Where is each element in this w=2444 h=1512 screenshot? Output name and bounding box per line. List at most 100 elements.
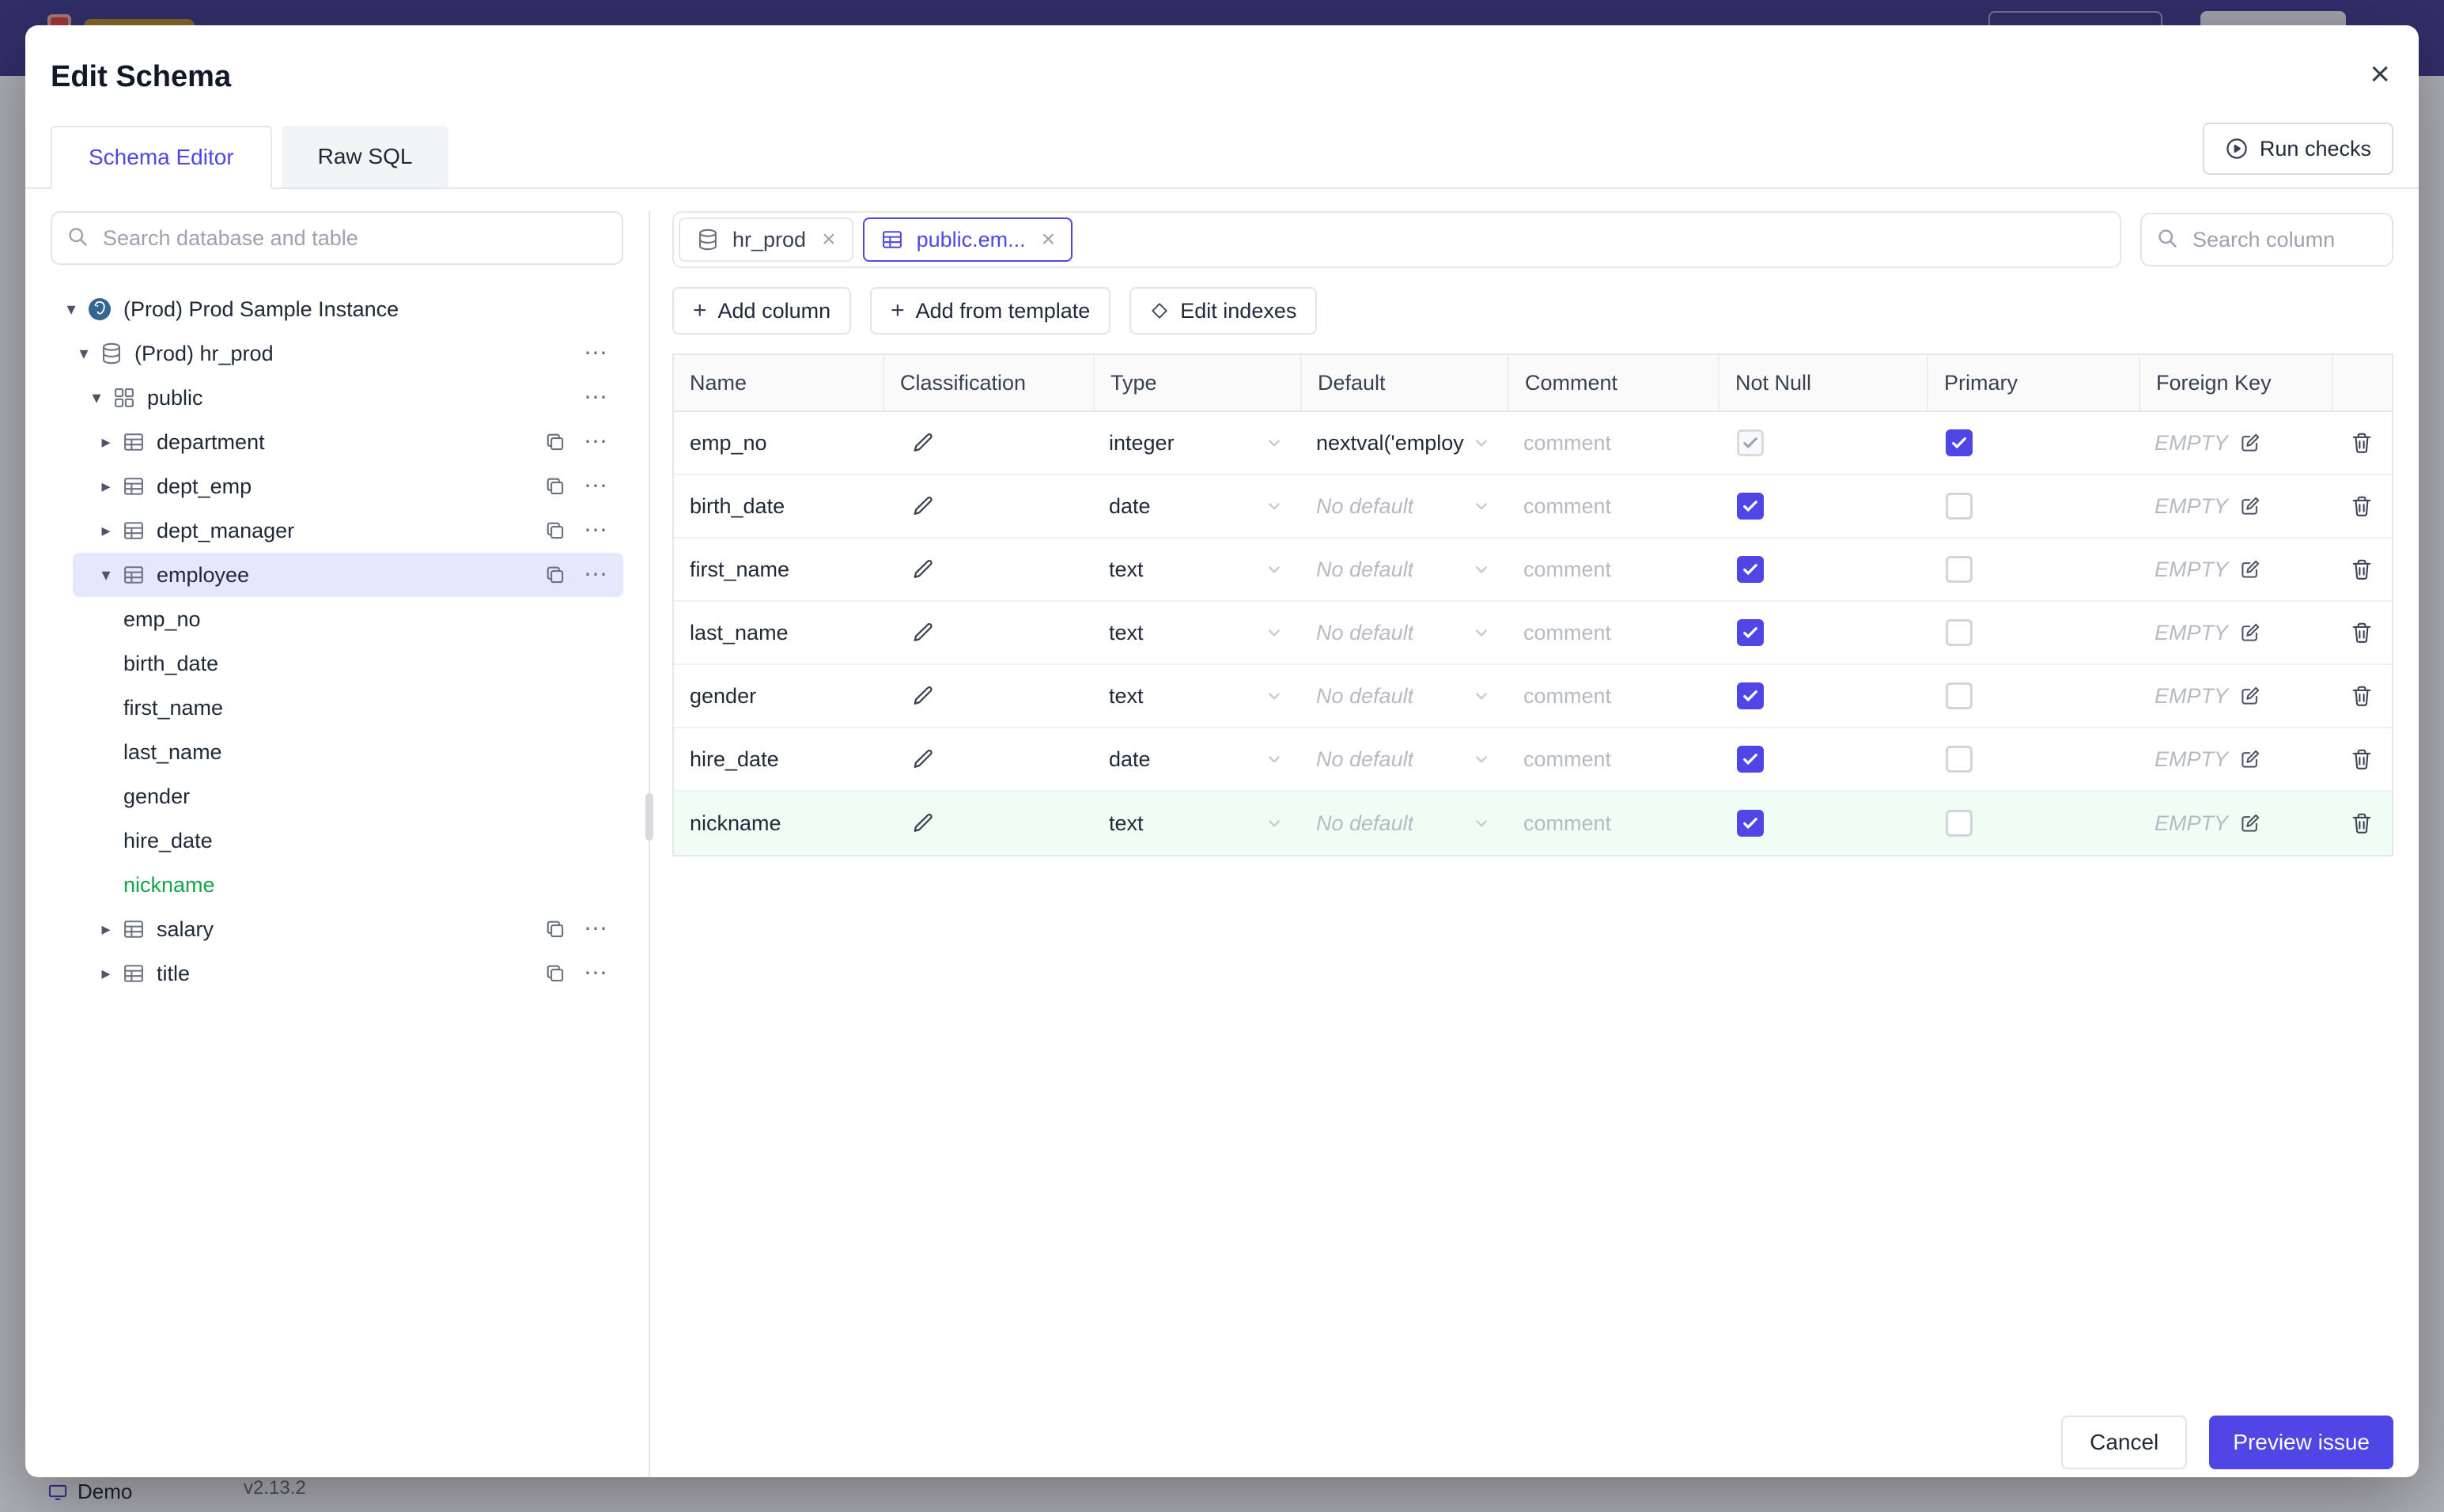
edit-indexes-button[interactable]: Edit indexes: [1129, 287, 1318, 335]
tree-item-department[interactable]: ▸ department ⋯: [51, 420, 623, 464]
close-icon[interactable]: ×: [2370, 57, 2390, 92]
primary-checkbox[interactable]: [1946, 556, 1973, 583]
tree-item-employee[interactable]: ▾ employee ⋯: [73, 553, 623, 597]
preview-issue-button[interactable]: Preview issue: [2209, 1416, 2393, 1469]
copy-icon[interactable]: [544, 962, 566, 985]
tree-item-hire_date[interactable]: hire_date: [51, 818, 623, 863]
tree-item-salary[interactable]: ▸ salary ⋯: [51, 907, 623, 951]
delete-column-icon[interactable]: [2350, 747, 2374, 771]
delete-column-icon[interactable]: [2350, 494, 2374, 518]
chevron-right-icon[interactable]: ▸: [95, 919, 117, 939]
chevron-right-icon[interactable]: ▸: [95, 520, 117, 541]
column-comment-cell[interactable]: comment: [1508, 539, 1718, 600]
copy-icon[interactable]: [544, 475, 566, 497]
column-default-cell[interactable]: nextval('employ: [1300, 412, 1508, 474]
not-null-checkbox[interactable]: [1737, 682, 1764, 709]
table-tab-public.em...[interactable]: public.em... ×: [862, 217, 1073, 262]
more-icon[interactable]: ⋯: [584, 342, 607, 365]
primary-checkbox[interactable]: [1946, 619, 1973, 646]
not-null-checkbox[interactable]: [1737, 810, 1764, 837]
tree-item--prod-hr_prod[interactable]: ▾ (Prod) hr_prod ⋯: [51, 331, 623, 376]
tree-item-gender[interactable]: gender: [51, 774, 623, 818]
close-icon[interactable]: ×: [1042, 228, 1056, 251]
run-checks-button[interactable]: Run checks: [2202, 123, 2393, 175]
delete-column-icon[interactable]: [2350, 621, 2374, 644]
classification-edit-icon[interactable]: [911, 431, 935, 455]
tree-item-first_name[interactable]: first_name: [51, 686, 623, 730]
primary-checkbox[interactable]: [1946, 429, 1973, 456]
delete-column-icon[interactable]: [2350, 684, 2374, 708]
not-null-checkbox[interactable]: [1737, 746, 1764, 773]
tree-search-input[interactable]: [51, 211, 623, 265]
tree-item-nickname[interactable]: nickname: [51, 863, 623, 907]
column-name-cell[interactable]: first_name: [674, 539, 883, 600]
column-default-cell[interactable]: No default: [1300, 602, 1508, 663]
delete-column-icon[interactable]: [2350, 431, 2374, 455]
column-comment-cell[interactable]: comment: [1508, 412, 1718, 474]
tab-raw-sql[interactable]: Raw SQL: [281, 126, 449, 189]
more-icon[interactable]: ⋯: [584, 519, 607, 542]
column-name-cell[interactable]: nickname: [674, 792, 883, 855]
cancel-button[interactable]: Cancel: [2061, 1416, 2188, 1469]
divider-handle[interactable]: [645, 793, 653, 841]
classification-edit-icon[interactable]: [911, 747, 935, 771]
column-default-cell[interactable]: No default: [1300, 792, 1508, 855]
tree-item-dept_emp[interactable]: ▸ dept_emp ⋯: [51, 464, 623, 508]
more-icon[interactable]: ⋯: [584, 917, 607, 941]
column-default-cell[interactable]: No default: [1300, 728, 1508, 790]
column-comment-cell[interactable]: comment: [1508, 665, 1718, 727]
tree-item-birth_date[interactable]: birth_date: [51, 641, 623, 686]
chevron-right-icon[interactable]: ▸: [95, 476, 117, 497]
table-tab-hr_prod[interactable]: hr_prod ×: [679, 217, 853, 262]
classification-edit-icon[interactable]: [911, 811, 935, 835]
edit-foreign-key-icon[interactable]: [2239, 495, 2261, 517]
tab-schema-editor[interactable]: Schema Editor: [51, 126, 272, 189]
close-icon[interactable]: ×: [822, 228, 836, 251]
not-null-checkbox[interactable]: [1737, 493, 1764, 520]
chevron-down-icon[interactable]: ▾: [95, 565, 117, 585]
not-null-checkbox[interactable]: [1737, 619, 1764, 646]
delete-column-icon[interactable]: [2350, 558, 2374, 581]
chevron-right-icon[interactable]: ▸: [95, 963, 117, 984]
more-icon[interactable]: ⋯: [584, 386, 607, 410]
tree-item-public[interactable]: ▾ public ⋯: [51, 376, 623, 420]
column-comment-cell[interactable]: comment: [1508, 792, 1718, 855]
column-comment-cell[interactable]: comment: [1508, 475, 1718, 537]
tree-item--prod-prod-sample-instance[interactable]: ▾ (Prod) Prod Sample Instance: [51, 287, 623, 331]
column-default-cell[interactable]: No default: [1300, 475, 1508, 537]
classification-edit-icon[interactable]: [911, 558, 935, 581]
column-name-cell[interactable]: birth_date: [674, 475, 883, 537]
column-type-cell[interactable]: text: [1093, 792, 1300, 855]
more-icon[interactable]: ⋯: [584, 430, 607, 454]
add-from-template-button[interactable]: + Add from template: [870, 287, 1111, 335]
column-type-cell[interactable]: date: [1093, 475, 1300, 537]
column-name-cell[interactable]: last_name: [674, 602, 883, 663]
edit-foreign-key-icon[interactable]: [2239, 812, 2261, 834]
classification-edit-icon[interactable]: [911, 494, 935, 518]
primary-checkbox[interactable]: [1946, 810, 1973, 837]
not-null-checkbox[interactable]: [1737, 556, 1764, 583]
column-name-cell[interactable]: gender: [674, 665, 883, 727]
column-type-cell[interactable]: text: [1093, 665, 1300, 727]
primary-checkbox[interactable]: [1946, 746, 1973, 773]
more-icon[interactable]: ⋯: [584, 563, 607, 587]
column-comment-cell[interactable]: comment: [1508, 728, 1718, 790]
tree-item-emp_no[interactable]: emp_no: [51, 597, 623, 641]
column-comment-cell[interactable]: comment: [1508, 602, 1718, 663]
column-type-cell[interactable]: date: [1093, 728, 1300, 790]
column-type-cell[interactable]: text: [1093, 602, 1300, 663]
column-type-cell[interactable]: integer: [1093, 412, 1300, 474]
chevron-right-icon[interactable]: ▸: [95, 432, 117, 452]
tree-item-dept_manager[interactable]: ▸ dept_manager ⋯: [51, 508, 623, 553]
tree-item-last_name[interactable]: last_name: [51, 730, 623, 774]
edit-foreign-key-icon[interactable]: [2239, 622, 2261, 644]
classification-edit-icon[interactable]: [911, 684, 935, 708]
copy-icon[interactable]: [544, 918, 566, 940]
column-name-cell[interactable]: emp_no: [674, 412, 883, 474]
column-default-cell[interactable]: No default: [1300, 539, 1508, 600]
chevron-down-icon[interactable]: ▾: [60, 299, 82, 319]
chevron-down-icon[interactable]: ▾: [73, 343, 95, 364]
edit-foreign-key-icon[interactable]: [2239, 748, 2261, 770]
column-type-cell[interactable]: text: [1093, 539, 1300, 600]
edit-foreign-key-icon[interactable]: [2239, 432, 2261, 454]
